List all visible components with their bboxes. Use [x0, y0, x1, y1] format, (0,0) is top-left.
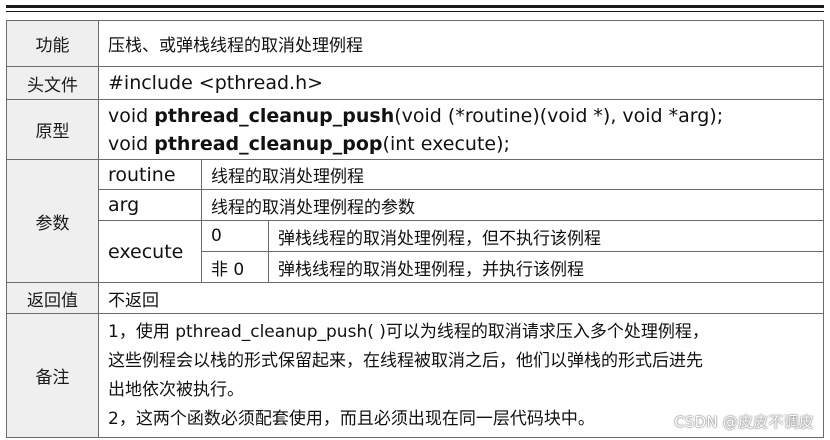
param-arg-desc: 线程的取消处理例程的参数 [201, 189, 824, 221]
return-value: 不返回 [98, 282, 824, 314]
execute-option-nonzero-desc: 弹栈线程的取消处理例程，并执行该例程 [268, 251, 824, 283]
pop-function-name: pthread_cleanup_pop [154, 133, 383, 155]
param-routine-name: routine [98, 159, 202, 190]
return-label: 返回值 [6, 282, 99, 314]
param-routine-desc: 线程的取消处理例程 [201, 159, 824, 190]
top-rule-thick [6, 5, 824, 8]
header-label: 头文件 [6, 66, 99, 100]
function-value: 压栈、或弹栈线程的取消处理例程 [98, 20, 824, 67]
prototype-push: void pthread_cleanup_push(void (*routine… [108, 105, 724, 127]
top-rule-thin [6, 11, 824, 12]
header-value: #include <pthread.h> [98, 66, 824, 100]
execute-option-zero-value: 0 [201, 220, 269, 252]
param-execute-name: execute [98, 220, 202, 283]
notes-line: 出地依次被执行。 [108, 380, 244, 400]
prototype-label: 原型 [6, 99, 99, 160]
execute-option-zero-desc: 弹栈线程的取消处理例程，但不执行该例程 [268, 220, 824, 252]
notes-label: 备注 [6, 313, 99, 438]
function-reference-table: 功能 压栈、或弹栈线程的取消处理例程 头文件 #include <pthread… [6, 20, 824, 438]
execute-option-nonzero-value: 非 0 [201, 251, 269, 283]
prototype-value: void pthread_cleanup_push(void (*routine… [98, 99, 824, 160]
function-label: 功能 [6, 20, 99, 67]
notes-line: 这些例程会以栈的形式保留起来，在线程被取消之后，他们以弹栈的形式后进先 [108, 351, 703, 371]
prototype-pop: void pthread_cleanup_pop(int execute); [108, 133, 510, 155]
params-label: 参数 [6, 159, 99, 283]
push-function-name: pthread_cleanup_push [154, 105, 395, 127]
param-arg-name: arg [98, 189, 202, 221]
csdn-watermark: CSDN @皮皮不调皮 [674, 413, 814, 431]
notes-line: 1，使用 pthread_cleanup_push( )可以为线程的取消请求压入… [108, 322, 709, 342]
